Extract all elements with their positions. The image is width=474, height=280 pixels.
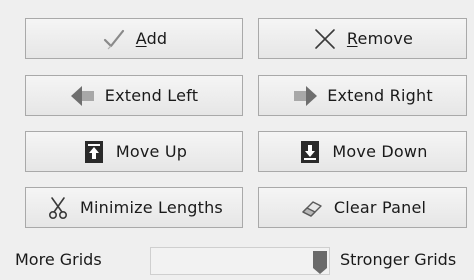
- move-down-label: Move Down: [332, 142, 428, 161]
- grid-strength-slider-row: More Grids Stronger Grids: [0, 240, 474, 280]
- slider-thumb[interactable]: [313, 251, 328, 275]
- slider-fill: [151, 248, 321, 274]
- eraser-icon: [299, 195, 325, 221]
- x-icon: [312, 26, 338, 52]
- remove-button-label: Remove: [346, 29, 414, 48]
- clear-panel-button[interactable]: Clear Panel: [258, 187, 467, 228]
- checkmark-icon: [101, 26, 127, 52]
- move-up-label: Move Up: [115, 142, 188, 161]
- remove-button[interactable]: Remove: [258, 18, 467, 59]
- move-up-button[interactable]: Move Up: [25, 131, 243, 172]
- minimize-lengths-label: Minimize Lengths: [80, 198, 223, 217]
- arrow-right-icon: [292, 83, 318, 109]
- extend-right-button[interactable]: Extend Right: [258, 75, 467, 116]
- more-grids-label: More Grids: [15, 250, 102, 269]
- add-button[interactable]: Add: [25, 18, 243, 59]
- move-down-button[interactable]: Move Down: [258, 131, 467, 172]
- scissors-icon: [45, 195, 71, 221]
- minimize-lengths-button[interactable]: Minimize Lengths: [25, 187, 243, 228]
- grid-strength-slider[interactable]: [150, 247, 330, 275]
- move-up-icon: [81, 139, 107, 165]
- stronger-grids-label: Stronger Grids: [340, 250, 457, 269]
- add-button-label: Add: [135, 29, 168, 48]
- arrow-left-icon: [70, 83, 96, 109]
- extend-left-label: Extend Left: [104, 86, 199, 105]
- grid-controls-panel: Add Remove Extend Left Extend Right Move…: [0, 0, 474, 280]
- move-down-icon: [297, 139, 323, 165]
- extend-right-label: Extend Right: [327, 86, 433, 105]
- clear-panel-label: Clear Panel: [333, 198, 427, 217]
- extend-left-button[interactable]: Extend Left: [25, 75, 243, 116]
